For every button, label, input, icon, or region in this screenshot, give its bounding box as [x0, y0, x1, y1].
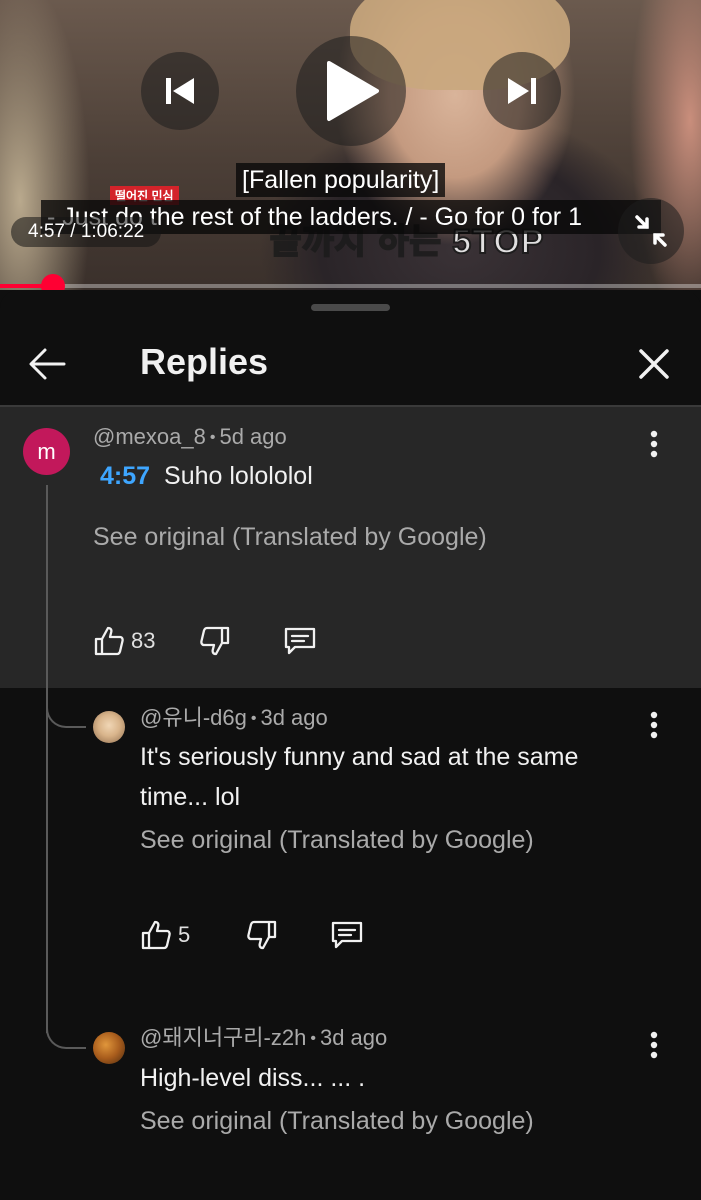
comment-body: It's seriously funny and sad at the same… — [140, 743, 579, 811]
comment-author[interactable]: @돼지너구리-z2h — [140, 1025, 306, 1050]
back-button[interactable] — [22, 338, 74, 390]
comment-meta: @유니-d6g • 3d ago — [140, 704, 328, 733]
close-button[interactable] — [628, 338, 680, 390]
more-vert-icon — [650, 1031, 658, 1059]
comment-meta: @mexoa_8 • 5d ago — [93, 423, 287, 452]
thumbs-up-icon — [94, 626, 124, 656]
avatar[interactable] — [93, 711, 125, 743]
avatar[interactable]: m — [23, 428, 70, 475]
more-vert-icon — [650, 711, 658, 739]
like-count: 83 — [131, 628, 156, 653]
reply-comment: @유니-d6g • 3d ago It's seriously funny and … — [0, 688, 701, 1008]
comment-age: 3d ago — [319, 1025, 388, 1050]
previous-icon — [166, 78, 194, 104]
video-player[interactable]: 떨어진 민심 끝까지 하는 5TOP [Fallen popularity] -… — [0, 0, 701, 290]
meta-separator: • — [250, 710, 257, 727]
dislike-button[interactable] — [199, 625, 231, 657]
comment-author[interactable]: @mexoa_8 — [93, 424, 206, 449]
see-original-link[interactable]: See original (Translated by Google) — [140, 1107, 534, 1136]
reply-comment: @돼지너구리-z2h • 3d ago High-level diss... ...… — [0, 1008, 701, 1200]
replies-sheet: Replies m @mexoa_8 • 5d ago 4:57 Suho lolol… — [0, 290, 701, 1200]
more-options-button[interactable] — [637, 705, 671, 745]
like-button[interactable]: 83 — [93, 625, 155, 657]
like-button[interactable]: 5 — [140, 919, 190, 951]
fullscreen-button[interactable] — [618, 198, 684, 264]
reply-button[interactable] — [330, 919, 364, 951]
play-icon — [327, 61, 379, 121]
thumbs-down-icon — [247, 920, 277, 950]
dislike-button[interactable] — [246, 919, 278, 951]
arrow-left-icon — [29, 348, 66, 380]
comment-icon — [285, 627, 316, 655]
previous-button[interactable] — [141, 52, 219, 130]
comment-actions: 83 — [93, 621, 317, 661]
reply-button[interactable] — [283, 625, 317, 657]
time-display: 4:57 / 1:06:22 — [11, 217, 162, 247]
comment-meta: @돼지너구리-z2h • 3d ago — [140, 1024, 387, 1053]
progress-scrubber[interactable] — [40, 274, 65, 290]
more-vert-icon — [650, 430, 658, 458]
meta-separator: • — [310, 1030, 316, 1047]
see-original-link[interactable]: See original (Translated by Google) — [140, 826, 534, 855]
sheet-header: Replies — [0, 320, 701, 405]
comment-body: Suho lolololol — [164, 462, 313, 490]
like-count: 5 — [178, 922, 191, 947]
next-button[interactable] — [483, 52, 561, 130]
meta-separator: • — [209, 429, 216, 446]
more-options-button[interactable] — [637, 1025, 671, 1065]
more-options-button[interactable] — [637, 424, 671, 464]
comment-icon — [332, 921, 363, 949]
sheet-title: Replies — [140, 341, 269, 382]
timestamp-link[interactable]: 4:57 — [100, 462, 150, 490]
next-icon — [508, 78, 536, 104]
drag-handle[interactable] — [311, 304, 390, 311]
comment-body: High-level diss... ... . — [140, 1064, 366, 1092]
play-button[interactable] — [296, 36, 406, 146]
comment-text: 4:57 Suho lolololol — [100, 456, 313, 496]
comment-author[interactable]: @유니-d6g — [140, 705, 247, 730]
fullscreen-exit-icon — [635, 215, 667, 247]
parent-comment: m @mexoa_8 • 5d ago 4:57 Suho lolololol See… — [0, 407, 701, 688]
progress-bar[interactable] — [0, 284, 701, 288]
avatar[interactable] — [93, 1032, 125, 1064]
comment-actions: 5 — [140, 915, 364, 955]
see-original-link[interactable]: See original (Translated by Google) — [93, 523, 487, 552]
thumbs-up-icon — [141, 920, 171, 950]
close-icon — [639, 349, 669, 379]
thumbs-down-icon — [200, 626, 230, 656]
comment-age: 3d ago — [260, 705, 328, 730]
comment-age: 5d ago — [219, 424, 287, 449]
caption-line-1: [Fallen popularity] — [236, 163, 446, 197]
